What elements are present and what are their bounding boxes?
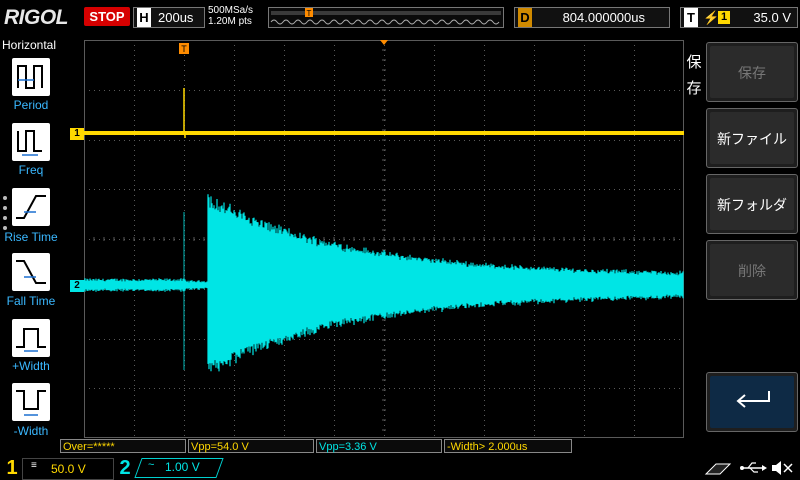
period-button[interactable] (12, 58, 50, 96)
page-dot (3, 196, 7, 200)
ch1-scale: 50.0 V (51, 462, 86, 476)
ch2-offset-marker[interactable]: 2 (70, 280, 84, 292)
save-menu: 保 存 保存 新ファイル 新フォルダ 削除 (684, 36, 800, 456)
usb-icon (740, 462, 767, 473)
return-button[interactable] (706, 372, 798, 432)
ch2-number: 2 (119, 457, 131, 479)
rigol-logo: RIGOL (4, 6, 69, 29)
timebase-value: 200us (158, 10, 194, 25)
svg-text:T: T (307, 9, 312, 18)
memory-trigger-marker: T (305, 8, 313, 18)
delay-box[interactable]: D 804.000000us (514, 7, 670, 28)
run-stop-indicator[interactable]: STOP (84, 7, 130, 26)
fall-time-label: Fall Time (6, 294, 56, 308)
memory-depth: 1.20M pts (208, 16, 252, 27)
fall-time-button[interactable] (12, 253, 50, 291)
menu-title: 保 存 (684, 50, 704, 110)
measurement-vpp-ch1[interactable]: Vpp=54.0 V (188, 439, 314, 453)
probe-icon (704, 463, 732, 475)
measurement-vpp-ch2[interactable]: Vpp=3.36 V (316, 439, 442, 453)
fall-time-icon (16, 260, 46, 284)
new-folder-button[interactable]: 新フォルダ (706, 174, 798, 234)
menu-title-char: 保 (686, 54, 702, 71)
waveform-display[interactable]: T (84, 40, 684, 438)
trigger-slope-icon: ⚡ (703, 10, 720, 25)
horizontal-measure-panel: Horizontal Period Freq Rise Time Fall Ti… (0, 36, 58, 456)
menu-title-char: 存 (686, 80, 702, 97)
svg-text:T: T (181, 44, 187, 54)
status-icons (704, 461, 793, 475)
negative-width-button[interactable] (12, 383, 50, 421)
rise-time-icon (16, 195, 46, 219)
period-icon (17, 65, 43, 89)
trigger-label: T (684, 8, 698, 27)
trigger-position-marker: T (179, 43, 189, 54)
trigger-source: 1 (718, 11, 730, 24)
trigger-box[interactable]: T ⚡ 1 35.0 V (680, 7, 798, 28)
frequency-icon (17, 130, 42, 156)
trigger-level: 35.0 V (753, 10, 791, 25)
period-label: Period (13, 98, 49, 112)
frequency-label: Freq (18, 163, 44, 177)
rise-time-button[interactable] (12, 188, 50, 226)
ch1-offset-marker[interactable]: 1 (70, 128, 84, 140)
top-status-bar: RIGOL STOP H 200us 500MSa/s 1.20M pts T … (0, 0, 800, 36)
panel-title: Horizontal (2, 38, 57, 52)
ch1-coupling-icon: ≡ (31, 460, 37, 471)
negative-width-label: -Width (13, 424, 49, 438)
negative-width-icon (16, 390, 46, 416)
channel-status-bar: 1 ≡ 50.0 V 2 ~ 1.00 V (0, 456, 800, 480)
page-dot (3, 216, 7, 220)
acquisition-info: 500MSa/s 1.20M pts (208, 5, 253, 27)
memory-position-bar[interactable]: T (268, 7, 504, 28)
new-file-button[interactable]: 新ファイル (706, 108, 798, 168)
return-arrow-icon (736, 391, 770, 408)
ch2-settings[interactable]: 2 ~ 1.00 V (110, 456, 228, 480)
positive-width-label: +Width (12, 359, 50, 373)
frequency-button[interactable] (12, 123, 50, 161)
ch2-scale: 1.00 V (165, 460, 200, 474)
ch1-settings[interactable]: ≡ 50.0 V (22, 458, 114, 480)
delete-button[interactable]: 削除 (706, 240, 798, 300)
sample-rate: 500MSa/s (208, 5, 254, 16)
positive-width-icon (16, 328, 46, 352)
ch2-coupling-icon: ~ (148, 459, 155, 471)
page-dot (3, 206, 7, 210)
save-button[interactable]: 保存 (706, 42, 798, 102)
delay-value: 804.000000us (562, 10, 645, 25)
measurement-overshoot[interactable]: Over=***** (60, 439, 186, 453)
rise-time-label: Rise Time (4, 230, 58, 244)
measurement-neg-width[interactable]: -Width> 2.000us (444, 439, 572, 453)
timebase-label: H (137, 8, 151, 27)
ch1-number[interactable]: 1 (2, 456, 22, 480)
delay-label: D (518, 8, 532, 27)
timebase-box[interactable]: H 200us (133, 7, 205, 28)
positive-width-button[interactable] (12, 319, 50, 357)
mute-icon (772, 461, 793, 475)
